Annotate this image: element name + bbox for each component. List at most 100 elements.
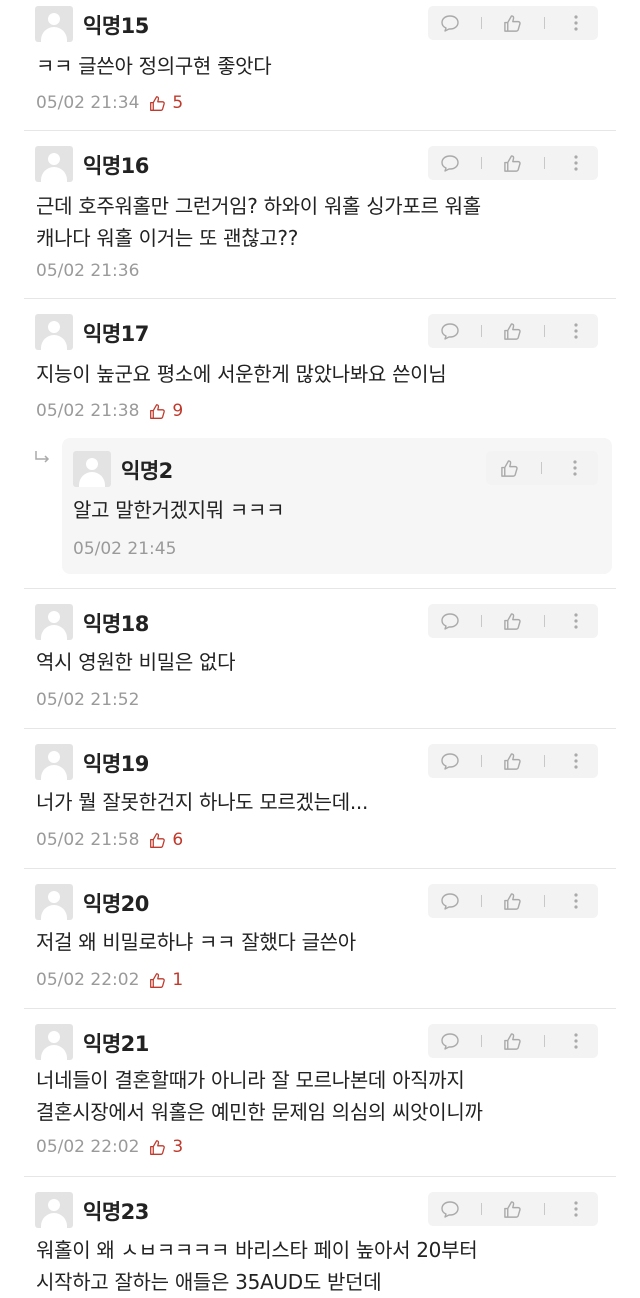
comment-text: ㅋㅋ 글쓴아 정의구현 좋앗다 [36,54,272,78]
vertical-dots-icon[interactable] [562,747,590,775]
comment-timestamp: 05/02 21:52 [36,690,140,710]
comment-meta: 05/02 22:02 1 [36,970,183,990]
comment-author[interactable]: 익명15 [83,10,149,40]
comment-text: 너네들이 결혼할때가 아니라 잘 모르나본데 아직까지 결혼시장에서 워홀은 예… [36,1068,483,1124]
comment-text: 너가 뭘 잘못한건지 하나도 모르겠는데... [36,790,369,814]
reply-meta: 05/02 21:45 [73,539,176,559]
comment-author[interactable]: 익명23 [83,1196,149,1226]
divider [24,588,616,589]
default-avatar-icon[interactable] [35,1192,73,1228]
thumbs-up-icon[interactable] [149,972,169,989]
comment-timestamp: 05/02 22:02 [36,970,140,990]
default-avatar-icon[interactable] [35,314,73,350]
comment-actions [428,884,598,918]
reply-actions [486,451,598,485]
comment-text: 워홀이 왜 ㅅㅂㅋㅋㅋㅋ 바리스타 페이 높아서 20부터 시작하고 잘하는 애… [36,1238,478,1294]
divider [24,728,616,729]
action-separator [481,1203,483,1215]
speech-bubble-icon[interactable] [436,1195,464,1223]
action-separator [481,17,483,29]
thumbs-up-icon[interactable] [495,454,523,482]
vertical-dots-icon[interactable] [562,1027,590,1055]
action-separator [481,1035,483,1047]
like-count: 5 [149,93,183,113]
action-separator [543,17,545,29]
thumbs-up-icon[interactable] [499,317,527,345]
comment-meta: 05/02 21:38 9 [36,401,183,421]
vertical-dots-icon[interactable] [562,1195,590,1223]
like-count: 6 [149,830,183,850]
default-avatar-icon[interactable] [35,744,73,780]
comment-actions [428,604,598,638]
comment-author[interactable]: 익명21 [83,1028,149,1058]
vertical-dots-icon[interactable] [562,9,590,37]
comment-timestamp: 05/02 21:58 [36,830,140,850]
thumbs-up-icon[interactable] [499,887,527,915]
comment-text: 저걸 왜 비밀로하냐 ㅋㅋ 잘했다 글쓴아 [36,930,356,954]
vertical-dots-icon[interactable] [562,149,590,177]
thumbs-up-icon[interactable] [499,9,527,37]
default-avatar-icon[interactable] [73,451,111,487]
comment-timestamp: 05/02 21:38 [36,401,140,421]
speech-bubble-icon[interactable] [436,149,464,177]
vertical-dots-icon[interactable] [561,454,589,482]
reply-item: 익명2 알고 말한거겠지뭐 ㅋㅋㅋ 05/02 21:45 [62,438,612,574]
divider [24,1008,616,1009]
speech-bubble-icon[interactable] [436,887,464,915]
divider [24,868,616,869]
reply-timestamp: 05/02 21:45 [73,539,177,559]
comment-meta: 05/02 21:36 [36,261,139,281]
comment-text: 지능이 높군요 평소에 서운한게 많았나봐요 쓴이님 [36,362,447,386]
speech-bubble-icon[interactable] [436,1027,464,1055]
thumbs-up-icon[interactable] [149,1139,169,1156]
default-avatar-icon[interactable] [35,146,73,182]
reply-text: 알고 말한거겠지뭐 ㅋㅋㅋ [73,498,285,522]
reply-author[interactable]: 익명2 [121,455,173,485]
vertical-dots-icon[interactable] [562,607,590,635]
action-separator [543,895,545,907]
thumbs-up-icon[interactable] [499,149,527,177]
thumbs-up-icon[interactable] [149,95,169,112]
comment-author[interactable]: 익명19 [83,748,149,778]
thumbs-up-icon[interactable] [499,607,527,635]
comment-author[interactable]: 익명18 [83,608,149,638]
speech-bubble-icon[interactable] [436,747,464,775]
divider [24,1176,616,1177]
comment-author[interactable]: 익명17 [83,318,149,348]
speech-bubble-icon[interactable] [436,607,464,635]
comment-timestamp: 05/02 21:34 [36,93,140,113]
comment-actions [428,1024,598,1058]
comment-author[interactable]: 익명20 [83,888,149,918]
action-separator [541,462,543,474]
comment-meta: 05/02 21:52 [36,690,139,710]
thumbs-up-icon[interactable] [149,832,169,849]
thumbs-up-icon[interactable] [499,747,527,775]
default-avatar-icon[interactable] [35,884,73,920]
comment-author[interactable]: 익명16 [83,150,149,180]
action-separator [481,755,483,767]
comment-text: 근데 호주워홀만 그런거임? 하와이 워홀 싱가포르 워홀 캐나다 워홀 이거는… [36,194,481,250]
speech-bubble-icon[interactable] [436,9,464,37]
comment-meta: 05/02 21:58 6 [36,830,183,850]
speech-bubble-icon[interactable] [436,317,464,345]
vertical-dots-icon[interactable] [562,317,590,345]
reply-arrow-icon [35,451,50,463]
thumbs-up-icon[interactable] [149,403,169,420]
action-separator [481,895,483,907]
comment-meta: 05/02 22:02 3 [36,1137,183,1157]
thumbs-up-icon[interactable] [499,1027,527,1055]
action-separator [543,615,545,627]
like-count: 1 [149,970,183,990]
action-separator [543,1035,545,1047]
default-avatar-icon[interactable] [35,604,73,640]
like-count: 3 [149,1137,183,1157]
default-avatar-icon[interactable] [35,6,73,42]
thumbs-up-icon[interactable] [499,1195,527,1223]
comment-timestamp: 05/02 21:36 [36,261,140,281]
vertical-dots-icon[interactable] [562,887,590,915]
action-separator [543,1203,545,1215]
action-separator [543,157,545,169]
action-separator [481,615,483,627]
comment-meta: 05/02 21:34 5 [36,93,183,113]
default-avatar-icon[interactable] [35,1024,73,1060]
